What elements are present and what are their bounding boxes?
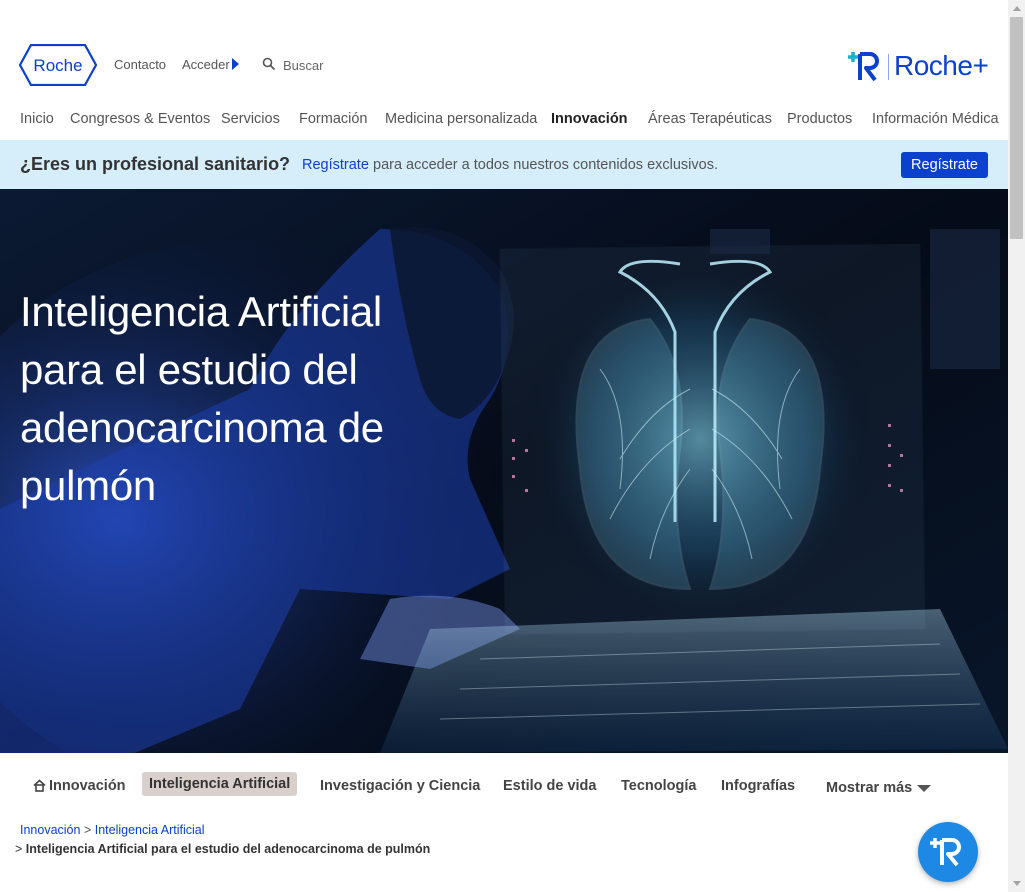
roche-plus-logo[interactable]: Roche+ (846, 48, 991, 84)
home-icon (33, 779, 46, 792)
contacto-link[interactable]: Contacto (114, 57, 166, 72)
nav-item-servicios[interactable]: Servicios (221, 111, 280, 127)
page: Roche Contacto Acceder Buscar Roche+ Ini… (0, 0, 1008, 892)
breadcrumb-separator: > (15, 842, 23, 856)
nav-item-congresos[interactable]: Congresos & Eventos (70, 111, 210, 127)
chevron-down-icon[interactable] (917, 785, 931, 792)
nav-item-medicina-personalizada[interactable]: Medicina personalizada (385, 111, 537, 127)
breadcrumb-current: Inteligencia Artificial para el estudio … (25, 842, 431, 856)
search-input[interactable]: Buscar (283, 58, 323, 73)
roche-plus-chat-button[interactable] (918, 822, 978, 882)
scroll-thumb[interactable] (1010, 17, 1023, 239)
nav-item-productos[interactable]: Productos (787, 111, 852, 127)
roche-plus-chat-icon (930, 838, 961, 867)
subnav-infografias[interactable]: Infografías (721, 778, 795, 794)
scroll-up-icon[interactable] (1013, 6, 1021, 11)
nav-item-inicio[interactable]: Inicio (20, 111, 54, 127)
register-banner: ¿Eres un profesional sanitario? Regístra… (0, 140, 1008, 189)
banner-register-link[interactable]: Regístrate (302, 157, 369, 173)
subnav-estilo-de-vida[interactable]: Estilo de vida (503, 778, 596, 794)
subnav-investigacion-ciencia[interactable]: Investigación y Ciencia (320, 778, 480, 794)
banner-text: para acceder a todos nuestros contenidos… (373, 157, 718, 173)
breadcrumb-innovacion[interactable]: Innovación (20, 823, 80, 837)
roche-logo[interactable]: Roche (19, 44, 97, 86)
breadcrumb-separator: > (83, 823, 92, 837)
nav-item-informacion-medica[interactable]: Información Médica (872, 111, 999, 127)
roche-plus-mark-icon (848, 52, 879, 82)
nav-item-innovacion[interactable]: Innovación (551, 111, 628, 127)
page-scrollbar[interactable] (1008, 0, 1025, 892)
logo-text: Roche (33, 56, 82, 75)
subnav-innovacion[interactable]: Innovación (49, 778, 126, 794)
banner-question: ¿Eres un profesional sanitario? (20, 154, 291, 174)
site-header: Roche Contacto Acceder Buscar Roche+ Ini… (0, 0, 1008, 140)
breadcrumb-inteligencia-artificial[interactable]: Inteligencia Artificial (95, 823, 205, 837)
brand-divider (888, 54, 889, 80)
acceder-arrow-icon (232, 58, 239, 70)
roche-plus-text: Roche+ (894, 50, 989, 81)
subnav-inteligencia-artificial[interactable]: Inteligencia Artificial (142, 772, 298, 796)
nav-item-formacion[interactable]: Formación (299, 111, 368, 127)
register-button[interactable]: Regístrate (901, 152, 988, 178)
hero-title: Inteligencia Artificial para el estudio … (20, 288, 384, 510)
search-icon[interactable] (262, 57, 276, 71)
hero-section: Inteligencia Artificial para el estudio … (0, 189, 1008, 753)
scroll-down-icon[interactable] (1013, 881, 1021, 886)
acceder-link[interactable]: Acceder (182, 57, 230, 72)
subnav-mostrar-mas[interactable]: Mostrar más (826, 780, 912, 796)
nav-item-areas-terapeuticas[interactable]: Áreas Terapéuticas (648, 111, 772, 127)
breadcrumb: Innovación > Inteligencia Artificial (20, 823, 205, 837)
section-subnav: Innovación Inteligencia Artificial Inves… (0, 753, 1008, 823)
subnav-tecnologia[interactable]: Tecnología (621, 778, 696, 794)
breadcrumb-current-row: > Inteligencia Artificial para el estudi… (15, 842, 430, 856)
